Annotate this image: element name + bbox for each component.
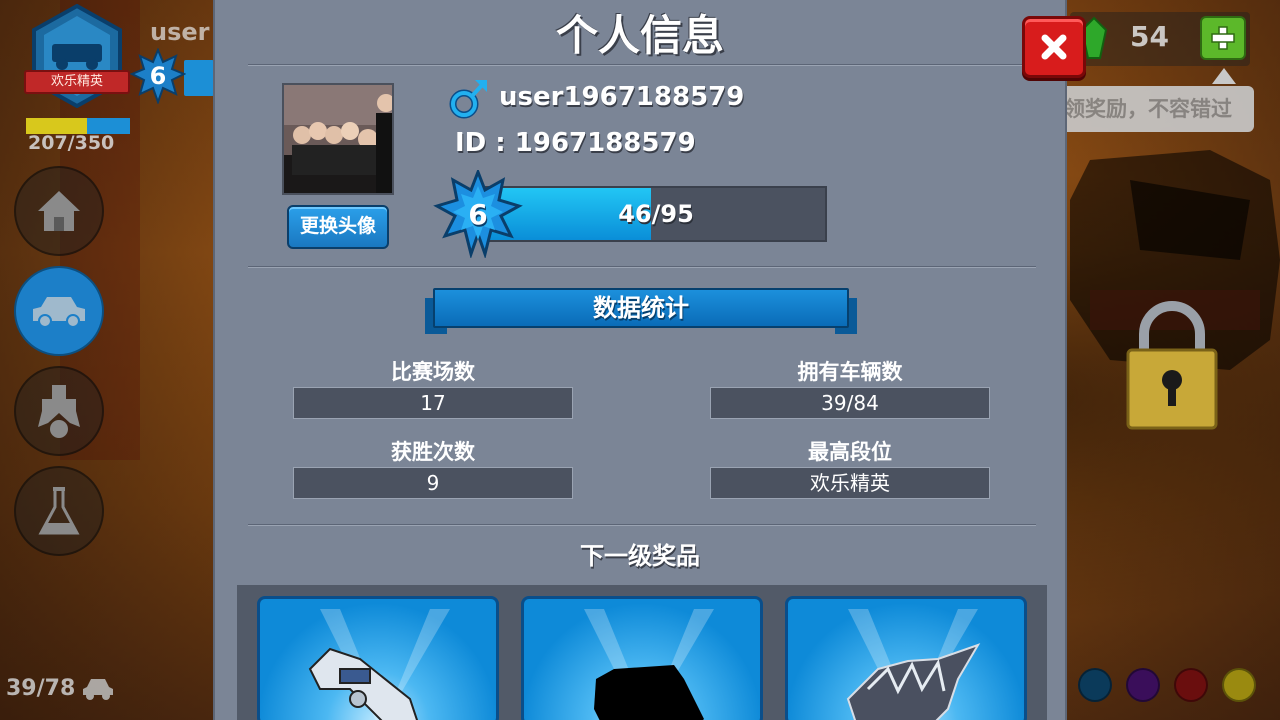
- stats-title: 数据统计: [433, 288, 849, 328]
- hud-level-number: 6: [149, 62, 167, 90]
- car-icon: [33, 297, 85, 328]
- lab-button[interactable]: [14, 466, 104, 556]
- stat-label-wins: 获胜次数: [391, 440, 475, 464]
- divider: [248, 524, 1036, 526]
- level-star: 6: [433, 167, 523, 260]
- car-count-text: 39/78: [6, 676, 76, 701]
- rank-label: 欢乐精英: [24, 70, 130, 94]
- add-gems-button[interactable]: [1200, 16, 1246, 60]
- level-progress-bar: 46/95: [485, 186, 827, 242]
- stat-value-wins: 9: [293, 467, 573, 499]
- lock-icon[interactable]: [1122, 300, 1222, 432]
- small-car-icon: [83, 678, 114, 700]
- profile-dialog: 个人信息 更换头像 user1967188579 ID : 1967188579…: [213, 0, 1067, 720]
- close-button[interactable]: [1022, 16, 1086, 78]
- stats-banner: 数据统计: [425, 288, 857, 334]
- stat-value-matches: 17: [293, 387, 573, 419]
- plus-icon: [1211, 26, 1235, 50]
- reward-card[interactable]: [521, 596, 763, 720]
- paint-color-dot[interactable]: [1222, 668, 1256, 702]
- paint-color-dot[interactable]: [1126, 668, 1160, 702]
- hud-xp-text: 207/350: [28, 132, 115, 154]
- claw-weapon-icon: [308, 609, 450, 720]
- level-number: 6: [468, 197, 488, 231]
- divider: [248, 64, 1036, 66]
- reward-card[interactable]: [785, 596, 1027, 720]
- garage-button[interactable]: [14, 266, 104, 356]
- reward-title: 下一级奖品: [580, 542, 700, 570]
- level-progress-text: 46/95: [618, 200, 694, 228]
- tip-arrow: [1212, 68, 1236, 84]
- hud-level-star: 6: [129, 47, 187, 105]
- mystery-reward-icon: [584, 609, 714, 720]
- left-shade: [0, 0, 215, 720]
- stat-label-highest-rank: 最高段位: [808, 440, 892, 464]
- profile-username: user1967188579: [499, 82, 745, 112]
- avatar-photo: [284, 85, 392, 193]
- male-gender-icon: [449, 80, 487, 119]
- change-avatar-button[interactable]: 更换头像: [287, 205, 389, 249]
- home-button[interactable]: [14, 166, 104, 256]
- stat-value-highest-rank: 欢乐精英: [710, 467, 990, 499]
- home-icon: [38, 191, 80, 231]
- reward-card[interactable]: [257, 596, 499, 720]
- gem-count: 54: [1130, 20, 1169, 53]
- paint-color-dot[interactable]: [1174, 668, 1208, 702]
- reward-tip[interactable]: 领奖励，不容错过: [1060, 86, 1254, 132]
- stat-label-vehicles: 拥有车辆数: [797, 360, 903, 384]
- stat-value-vehicles: 39/84: [710, 387, 990, 419]
- hud-level-bar: [184, 60, 214, 96]
- dialog-title: 个人信息: [555, 11, 724, 60]
- close-icon: [1041, 34, 1067, 60]
- hud-username: user: [150, 18, 210, 46]
- car-count-indicator: 39/78: [6, 676, 115, 701]
- saw-blade-icon: [846, 609, 981, 720]
- stat-label-matches: 比赛场数: [391, 360, 475, 384]
- flask-icon: [38, 487, 80, 535]
- paint-color-options: [1078, 668, 1256, 702]
- avatar[interactable]: [282, 83, 394, 195]
- paint-color-dot[interactable]: [1078, 668, 1112, 702]
- profile-id: ID : 1967188579: [455, 128, 696, 158]
- claw-part-icon: [38, 385, 80, 438]
- divider: [248, 266, 1036, 268]
- parts-button[interactable]: [14, 366, 104, 456]
